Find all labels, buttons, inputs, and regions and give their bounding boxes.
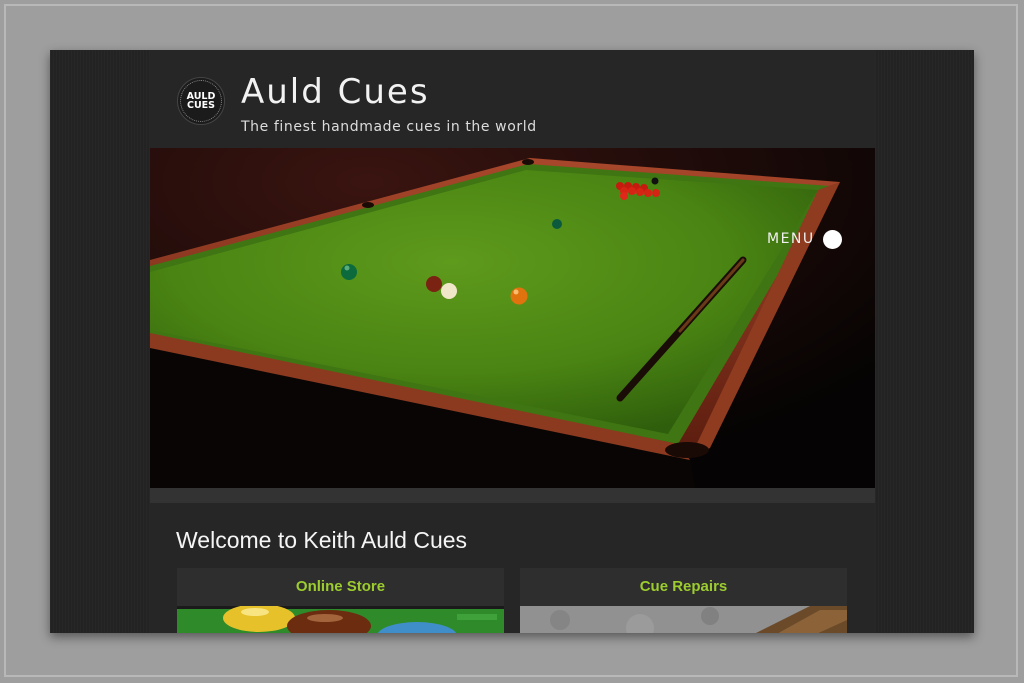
logo-text-line2: CUES [186, 100, 216, 111]
welcome-heading: Welcome to Keith Auld Cues [176, 527, 468, 553]
page-container: AULD CUES Auld Cues The finest handmade … [150, 50, 875, 633]
menu-circle-icon [822, 229, 842, 249]
card-online-store[interactable]: Online Store [177, 568, 504, 633]
snooker-table-photo [150, 148, 875, 488]
site-title[interactable]: Auld Cues [241, 72, 430, 112]
cue-wood-photo [520, 606, 847, 633]
hero-banner: MENU [150, 148, 875, 488]
card-title-cue-repairs[interactable]: Cue Repairs [520, 568, 847, 606]
snooker-balls-photo [177, 606, 504, 633]
menu-toggle[interactable]: MENU [767, 228, 842, 250]
card-title-online-store[interactable]: Online Store [177, 568, 504, 606]
main-content: Welcome to Keith Auld Cues Online Store [150, 503, 875, 633]
site-header: AULD CUES Auld Cues The finest handmade … [150, 50, 875, 148]
menu-label: MENU [767, 231, 815, 247]
card-cue-repairs[interactable]: Cue Repairs [520, 568, 847, 633]
browser-viewport: AULD CUES Auld Cues The finest handmade … [50, 50, 974, 633]
site-tagline: The finest handmade cues in the world [241, 119, 537, 135]
site-logo[interactable]: AULD CUES [177, 77, 225, 125]
hero-bottom-strip [150, 488, 875, 503]
